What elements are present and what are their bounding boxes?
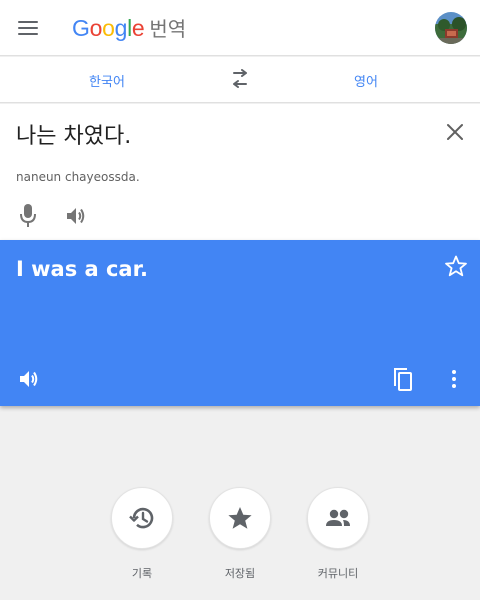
community-shortcut[interactable]: 커뮤니티 [307, 487, 369, 581]
translation-text: I was a car. [16, 257, 148, 281]
microphone-icon[interactable] [18, 202, 38, 228]
community-label: 커뮤니티 [317, 567, 359, 580]
hamburger-menu-icon[interactable] [16, 16, 40, 40]
history-shortcut[interactable]: 기록 [111, 487, 173, 581]
google-logo: Google [72, 15, 145, 41]
people-icon[interactable] [307, 487, 369, 549]
target-language-button[interactable]: 영어 [286, 57, 446, 103]
source-panel: 나는 차였다. naneun chayeossda. [0, 104, 480, 240]
history-icon[interactable] [111, 487, 173, 549]
speaker-icon[interactable] [64, 204, 88, 228]
more-vertical-icon[interactable] [446, 367, 462, 391]
translation-result-card: I was a car. [0, 240, 480, 406]
app-title: 번역 [149, 17, 187, 41]
star-outline-icon[interactable] [444, 254, 468, 278]
source-text[interactable]: 나는 차였다. [16, 118, 131, 150]
user-avatar[interactable] [435, 12, 467, 44]
app-brand: Google 번역 [72, 13, 186, 42]
copy-icon[interactable] [391, 366, 415, 392]
romanization-text: naneun chayeossda. [16, 170, 140, 184]
saved-label: 저장됨 [224, 567, 256, 580]
history-label: 기록 [131, 567, 153, 580]
speaker-icon[interactable] [17, 367, 41, 391]
language-bar: 한국어 영어 [0, 57, 480, 103]
app-bar: Google 번역 [0, 0, 480, 56]
close-icon[interactable] [445, 122, 465, 142]
star-icon[interactable] [209, 487, 271, 549]
saved-shortcut[interactable]: 저장됨 [209, 487, 271, 581]
source-language-button[interactable]: 한국어 [27, 57, 187, 103]
swap-arrows-icon[interactable] [228, 69, 252, 91]
